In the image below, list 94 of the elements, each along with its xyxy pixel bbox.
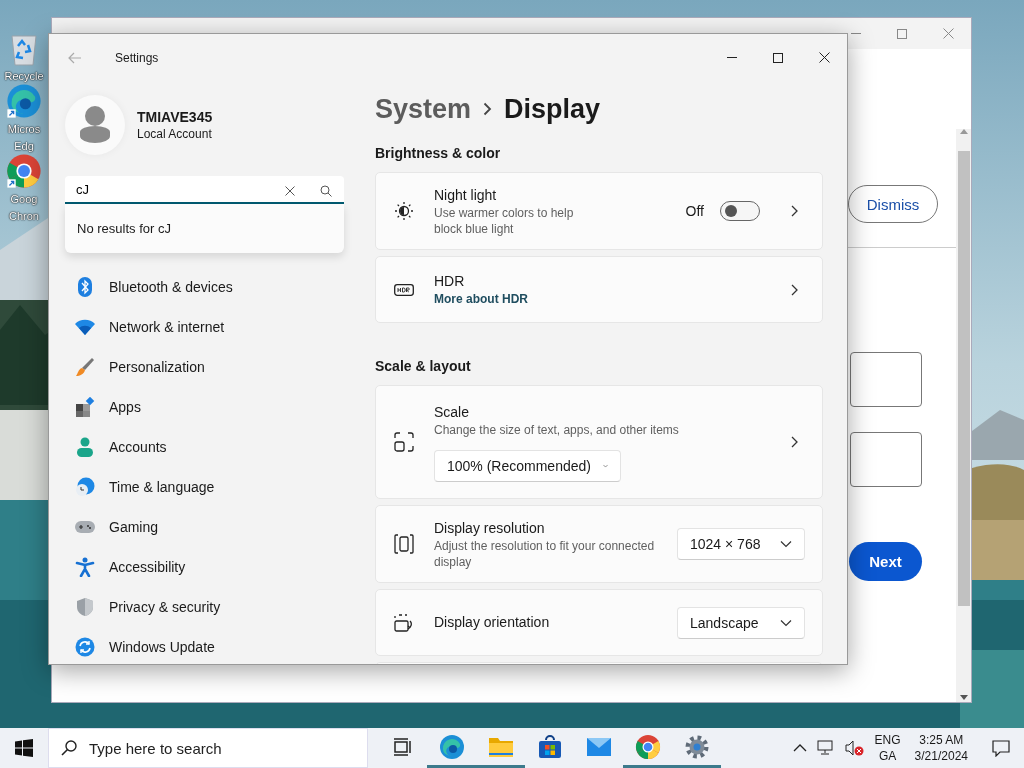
chrome-icon[interactable] (634, 733, 661, 760)
scroll-down-icon[interactable] (959, 695, 968, 700)
nav-item[interactable]: Privacy & security (65, 587, 344, 627)
setting-title: Display orientation (434, 613, 550, 632)
setting-title: Night light (434, 185, 498, 205)
resolution-icon (394, 534, 414, 554)
nav-icon (75, 357, 95, 377)
nav-label: Accessibility (109, 559, 186, 575)
language-indicator[interactable]: ENG GA (874, 732, 901, 764)
brightness-icon (394, 201, 414, 221)
orientation-icon (394, 613, 412, 632)
mail-icon[interactable] (585, 736, 612, 757)
settings-card[interactable]: Scale Change the size of text, apps, and other items 100% (Recommended) (375, 385, 823, 499)
edge-icon[interactable] (438, 733, 465, 760)
toggle-state-label: Off (685, 201, 704, 221)
nav-label: Apps (109, 399, 141, 415)
search-icon (61, 740, 77, 756)
clear-icon[interactable] (285, 186, 295, 196)
chevron-icon (790, 205, 798, 217)
dismiss-button[interactable]: Dismiss (848, 185, 938, 223)
setting-dropdown[interactable]: 1024 × 768 (677, 528, 805, 560)
nav-item[interactable]: Time & language (65, 467, 344, 507)
chevron-icon (483, 102, 493, 116)
more-link[interactable]: More about HDR (434, 290, 528, 308)
nav-label: Personalization (109, 359, 205, 375)
setting-title: Display resolution (434, 518, 546, 538)
setting-title: Scale (434, 402, 471, 422)
nav-item[interactable]: Network & internet (65, 307, 344, 347)
nav-item[interactable]: Apps (65, 387, 344, 427)
chevron-down-icon (780, 540, 792, 548)
scale-icon (394, 432, 414, 452)
section-heading: Scale & layout (375, 357, 472, 376)
chevron-icon (790, 436, 798, 448)
nav-label: Privacy & security (109, 599, 221, 615)
window-title: Settings (115, 50, 159, 65)
page-title: Display (504, 93, 601, 125)
breadcrumb-link[interactable]: System (375, 93, 472, 125)
nav-icon (75, 397, 95, 417)
nav-label: Network & internet (109, 319, 225, 335)
clock[interactable]: 3:25 AM 3/21/2024 (914, 732, 968, 764)
close-icon[interactable] (818, 52, 830, 63)
search-field[interactable]: cJ (65, 176, 344, 204)
chevron-icon (790, 283, 798, 296)
nav-item[interactable]: Personalization (65, 347, 344, 387)
caret-up-icon[interactable] (792, 744, 807, 752)
windows-logo-icon[interactable] (15, 739, 33, 757)
store-icon[interactable] (537, 734, 562, 759)
nav-label: Gaming (109, 519, 159, 535)
input-field[interactable] (850, 432, 922, 487)
nav-label: Accounts (109, 439, 167, 455)
nav-item[interactable]: Windows Update (65, 627, 344, 664)
chevron-down-icon (780, 618, 792, 627)
nav-item[interactable]: Bluetooth & devices (65, 267, 344, 307)
setting-dropdown[interactable]: Landscape (677, 606, 805, 639)
hdr-icon (394, 283, 414, 296)
scrollbar[interactable] (956, 129, 971, 702)
nav-item[interactable]: Accessibility (65, 547, 344, 587)
nav-label: Windows Update (109, 639, 215, 655)
gear-icon[interactable] (683, 733, 710, 760)
nav-icon (75, 317, 95, 337)
setting-title: HDR (434, 271, 466, 291)
notification-icon[interactable] (992, 739, 1010, 757)
no-results-text: No results for cJ (77, 221, 171, 236)
nav-item[interactable]: Accounts (65, 427, 344, 467)
section-heading: Brightness & color (375, 144, 502, 163)
maximize-icon[interactable] (773, 52, 783, 63)
toggle-switch[interactable] (720, 201, 760, 221)
nav-icon (75, 637, 95, 657)
account-type: Local Account (137, 127, 213, 141)
nav-icon (75, 557, 95, 577)
scale-dropdown[interactable]: 100% (Recommended) (434, 449, 621, 482)
nav-icon (75, 477, 95, 497)
taskbar-search-field[interactable]: Type here to search (48, 728, 368, 768)
task-view-icon[interactable] (392, 737, 413, 756)
network-icon[interactable] (816, 740, 835, 756)
settings-card[interactable]: HDR More about HDR (375, 256, 823, 323)
settings-card[interactable]: Display orientation Landscape (375, 589, 823, 656)
user-name: TMIAVE345 (137, 109, 213, 125)
input-field[interactable] (850, 352, 922, 407)
nav-label: Bluetooth & devices (109, 279, 233, 295)
nav-label: Time & language (109, 479, 215, 495)
nav-item[interactable]: Gaming (65, 507, 344, 547)
setting-description: Use warmer colors to help block blue light (434, 204, 575, 237)
setting-description: Change the size of text, apps, and other items (434, 421, 679, 438)
muted-speaker-icon[interactable] (844, 740, 865, 756)
minimize-icon[interactable] (727, 56, 737, 59)
search-icon[interactable] (320, 185, 332, 197)
settings-card[interactable]: Night light Use warmer colors to help block blue light Off (375, 172, 823, 250)
next-button[interactable]: Next (849, 542, 922, 581)
setting-description: Adjust the resolution to fit your connected display (434, 537, 656, 570)
nav-icon (75, 437, 95, 457)
settings-card[interactable]: Display resolution Adjust the resolution to fit your connected display 1024 × 768 (375, 505, 823, 583)
nav-icon (75, 277, 95, 297)
nav-icon (75, 597, 95, 617)
